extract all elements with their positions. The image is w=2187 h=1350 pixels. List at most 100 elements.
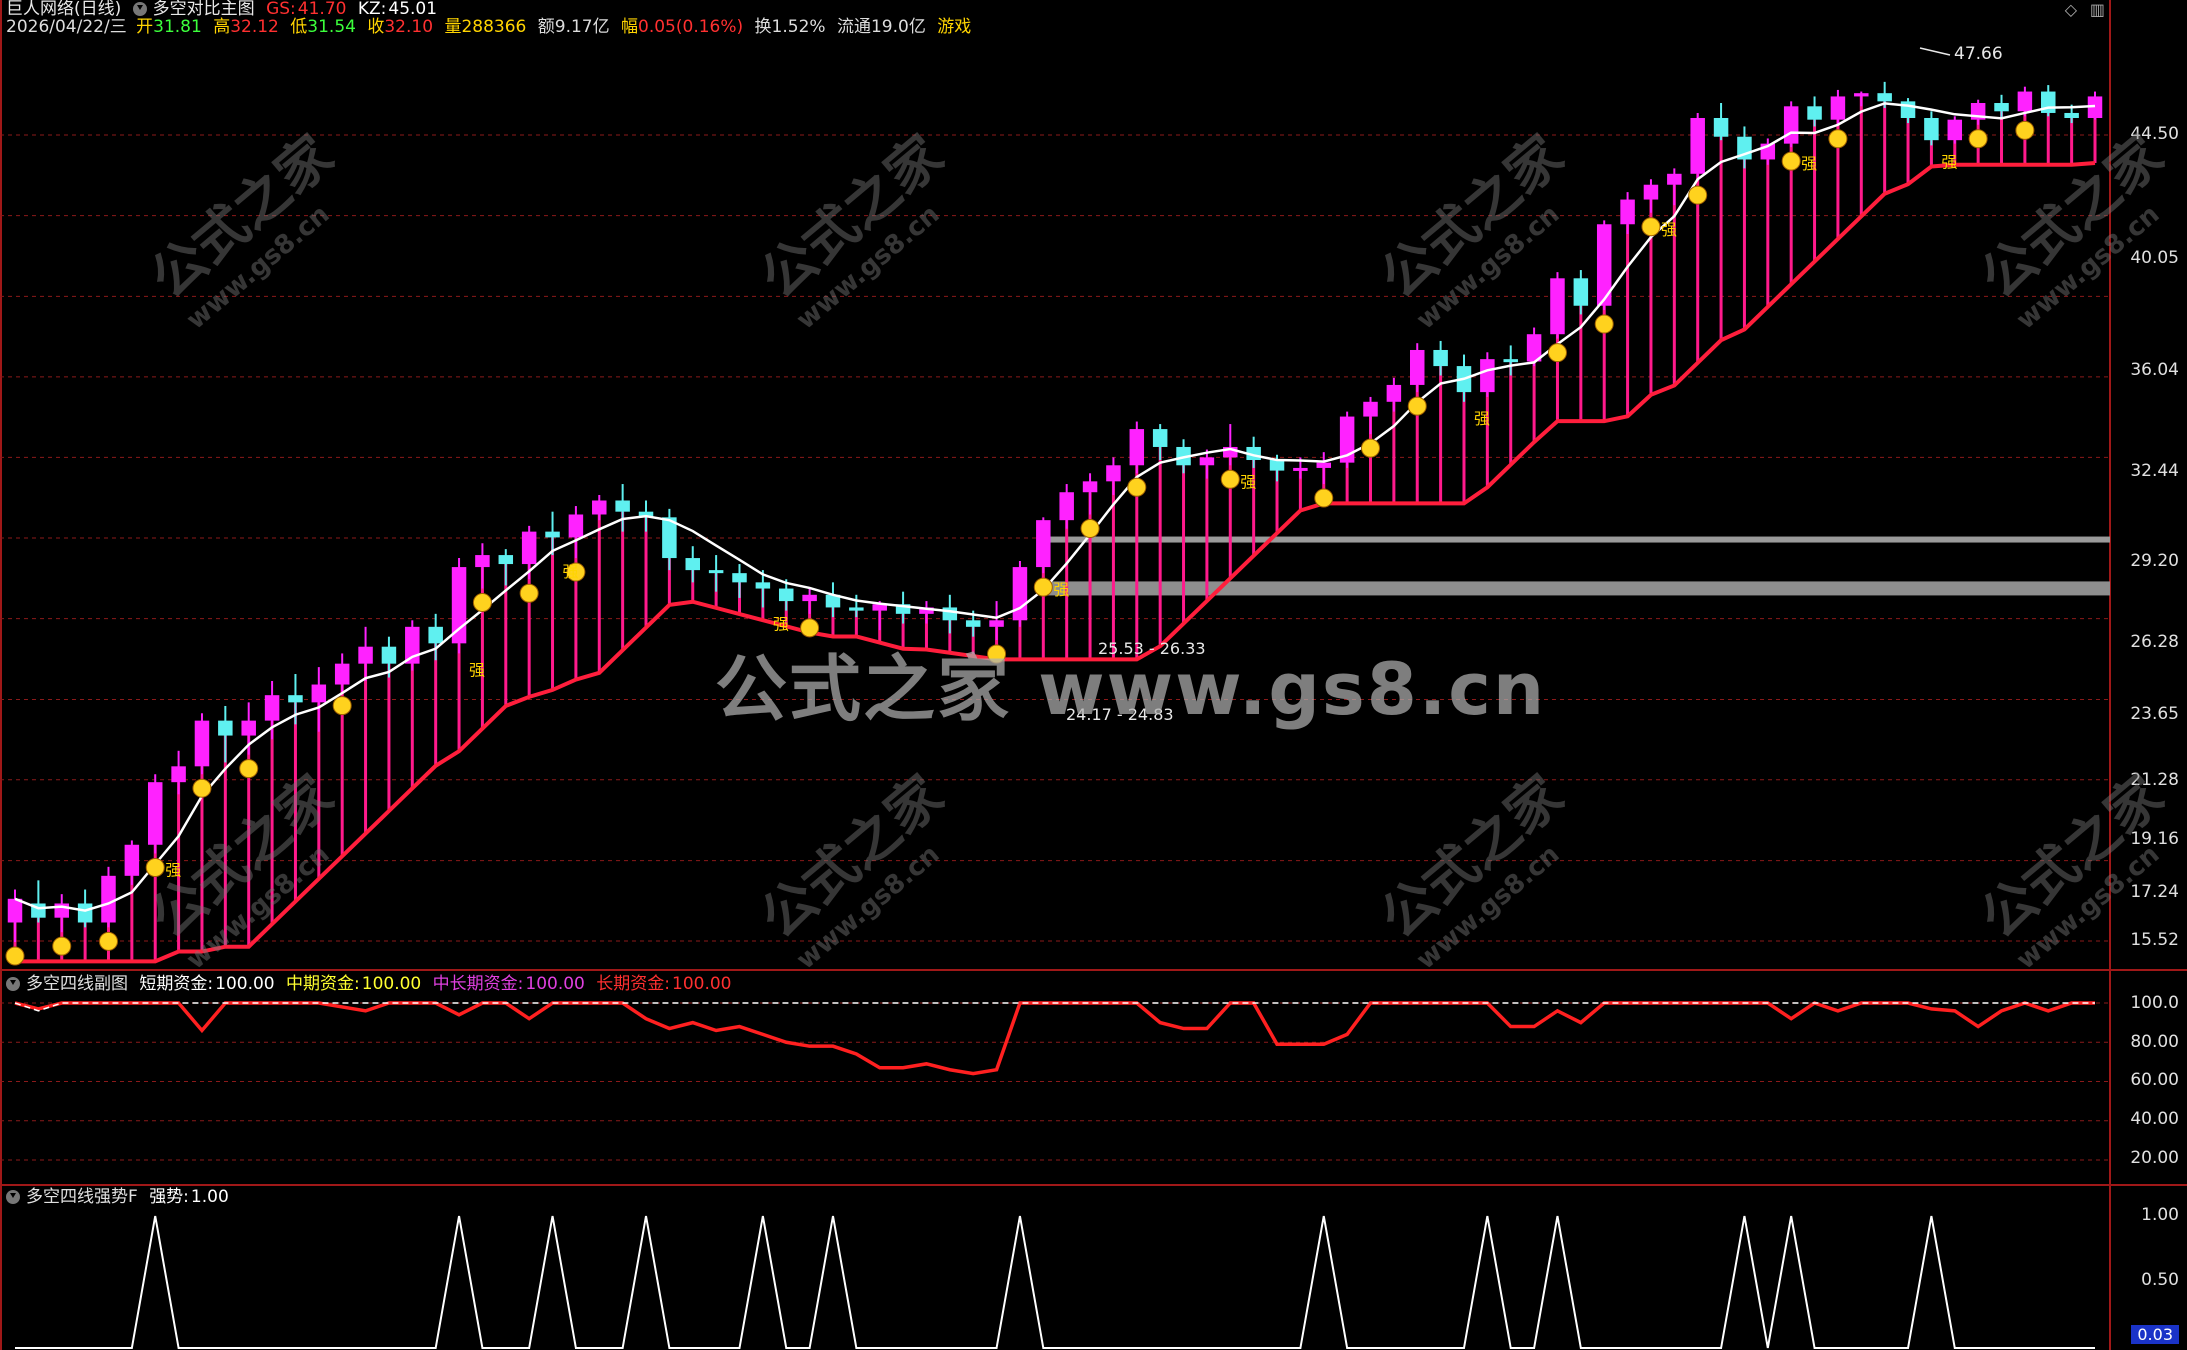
mid-value: 100.00 [361,974,422,994]
candle-body [942,607,958,621]
sub1-y-tick: 20.00 [2130,1148,2179,1168]
window-icon[interactable]: ▥ [2090,0,2105,19]
zone-band-upper [1040,536,2110,543]
candle-body [1036,520,1051,568]
sub2-y-tick: 1.00 [2141,1205,2179,1225]
short-value: 100.00 [215,974,275,994]
sector-tag[interactable]: 游戏 [937,17,971,37]
smiley-icon [1641,217,1661,237]
open-label: 开 [136,17,154,37]
candle-body [1924,117,1939,141]
smiley-icon [1127,477,1147,497]
smiley-icon [1781,151,1801,171]
candle-body [1410,349,1425,385]
candle-body [311,684,327,703]
smiley-icon [2015,120,2035,140]
candle-body [124,844,140,876]
smiley-icon [519,583,539,603]
candle-body [1713,117,1729,137]
smiley-icon [1314,488,1334,508]
smiley-icon [1968,129,1988,149]
smiley-icon [98,931,118,951]
candle-body [1900,101,1916,118]
chg-label: 幅 [621,17,639,37]
stock-chart-window[interactable]: 强强强强强强强强强强 巨人网络(日线) 多空对比主图 GS: 41.70 KZ: 4… [0,0,2187,1350]
candle-body [1620,199,1635,225]
candle-body [1480,359,1495,393]
smiley-icon [239,759,259,779]
smiley-icon [1547,343,1567,363]
candle-body [989,620,1004,627]
candle-body [1152,429,1168,447]
strength-label: 强势: [149,1187,189,1207]
high-marker-label: 47.66 [1954,44,2003,64]
close-value: 32.10 [384,17,434,37]
candle-body [2017,91,2033,112]
float-value: 19.0亿 [870,17,926,37]
float-label: 流通 [836,17,871,37]
candle-body [2064,112,2079,118]
sub2-title-bar: 多空四线强势F 强势: 1.00 [6,1186,235,1208]
candle-body [615,500,630,512]
smiley-icon [332,696,352,716]
center-watermark: 公式之家 www.gs8.cn [715,647,1547,731]
diamond-icon[interactable]: ◇ [2065,0,2077,19]
long-fund-line [14,1001,2095,1076]
candle-body [521,531,537,565]
candle-body [685,558,700,571]
candle-body [1807,106,1822,120]
candle-body [1059,492,1074,521]
sub1-menu-icon[interactable] [6,977,20,991]
candle-body [7,898,23,923]
smiley-icon [5,946,25,966]
smiley-icon [1033,577,1053,597]
candle-body [1994,103,2009,112]
smiley-icon [1220,469,1240,489]
candle-body [1690,117,1705,174]
smiley-icon [1594,314,1614,334]
smiley-icon [1361,438,1381,458]
candle-body [264,695,280,721]
sub1-y-tick: 40.00 [2130,1109,2179,1129]
cursor-value-box: 0.03 [2131,1325,2179,1344]
smiley-icon [192,778,212,798]
candle-body [101,875,116,923]
smiley-icon [472,593,492,613]
y-tick-label: 29.20 [2130,551,2179,571]
candle-body [1363,401,1378,417]
candle-body [1783,106,1799,144]
indicator-menu-icon[interactable] [132,2,147,16]
candle-body [1269,460,1285,471]
candle-body [568,514,584,538]
amt-label: 额 [537,17,555,37]
low-value: 31.54 [307,17,356,37]
candle-body [849,607,864,611]
zone-band-lower [1040,581,2110,596]
y-tick-label: 15.52 [2130,930,2179,950]
strength-value: 1.00 [190,1187,229,1207]
vol-label: 量 [444,17,462,37]
sub1-y-tick: 80.00 [2130,1032,2179,1052]
sub1-title: 多空四线副图 [26,974,128,994]
turn-label: 换 [754,17,772,37]
candle-body [1293,467,1308,471]
candle-body [428,626,443,644]
strong-label: 强 [1941,152,1957,171]
chg-value: 0.05(0.16%) [638,17,744,37]
sub2-title: 多空四线强势F [26,1187,138,1207]
turn-value: 1.52% [771,17,826,37]
sub2-menu-icon[interactable] [6,1190,20,1204]
candle-body [802,594,817,602]
sub1-y-tick: 100.0 [2130,993,2179,1013]
candle-body [592,500,607,515]
candle-body [545,531,560,538]
sub1-y-tick: 60.00 [2130,1070,2179,1090]
candle-body [1433,349,1448,367]
vol-value: 288366 [461,17,527,37]
candle-body [288,695,303,703]
candle-body [1643,184,1659,200]
candle-body [218,720,233,736]
high-marker-arrow [1919,47,1951,56]
short-label: 短期资金: [139,974,214,994]
candle-body [1573,278,1589,306]
